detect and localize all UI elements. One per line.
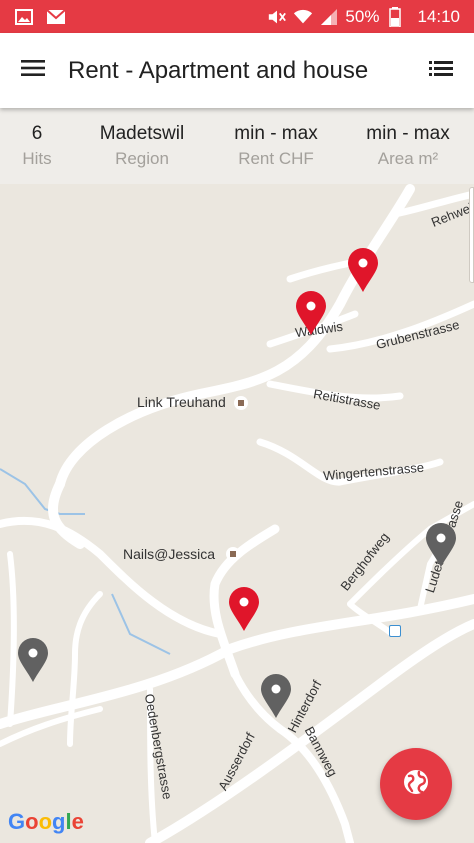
google-logo: Google — [8, 809, 84, 834]
menu-button[interactable] — [0, 33, 66, 108]
filter-bar: 6 Hits Madetswil Region min - max Rent C… — [0, 108, 474, 184]
filter-value: min - max — [366, 123, 450, 144]
filter-hits[interactable]: 6 Hits — [0, 108, 74, 184]
google-logo-letter: e — [71, 809, 84, 834]
google-logo-letter: g — [52, 809, 66, 834]
filter-value: Madetswil — [99, 123, 185, 144]
google-attribution: Google — [8, 809, 84, 835]
battery-icon — [385, 6, 405, 27]
google-logo-letter: o — [25, 809, 39, 834]
filter-value: 6 — [31, 123, 43, 144]
list-view-button[interactable] — [408, 33, 474, 108]
gallery-icon — [14, 7, 34, 27]
place-nails-jessica[interactable]: Nails@Jessica — [123, 546, 215, 562]
battery-percent: 50% — [345, 6, 380, 26]
screen: 50% 14:10 Rent - Apartment and house 6 H… — [0, 0, 474, 843]
listing-pin-active[interactable] — [346, 247, 380, 293]
listing-pin-active[interactable] — [294, 290, 328, 336]
filter-label: Area m² — [377, 149, 439, 168]
hamburger-menu-icon — [20, 58, 46, 83]
bus-stop-icon[interactable] — [389, 625, 401, 637]
app-bar: Rent - Apartment and house — [0, 33, 474, 108]
filter-region[interactable]: Madetswil Region — [74, 108, 210, 184]
filter-label: Region — [115, 149, 169, 168]
filter-label: Rent CHF — [238, 149, 314, 168]
place-link-treuhand[interactable]: Link Treuhand — [137, 394, 226, 410]
listing-pin-inactive[interactable] — [16, 637, 50, 683]
filter-rent[interactable]: min - max Rent CHF — [210, 108, 342, 184]
google-logo-letter: o — [38, 809, 53, 834]
filter-value: min - max — [234, 123, 318, 144]
google-logo-letter: G — [8, 809, 26, 834]
list-view-icon — [429, 59, 453, 82]
listing-pin-inactive[interactable] — [259, 673, 293, 719]
globe-button[interactable] — [380, 748, 452, 820]
mute-icon — [267, 7, 287, 27]
poi-marker[interactable] — [234, 396, 248, 410]
map-edge-handle[interactable] — [469, 187, 474, 283]
map-view[interactable]: Link Treuhand Nails@Jessica Rehweid Wald… — [0, 184, 474, 843]
signal-icon — [319, 7, 339, 27]
listing-pin-active[interactable] — [227, 586, 261, 632]
filter-label: Hits — [22, 149, 52, 168]
poi-marker[interactable] — [226, 547, 240, 561]
clock: 14:10 — [417, 6, 460, 26]
globe-icon — [402, 768, 430, 801]
page-title: Rent - Apartment and house — [68, 56, 369, 84]
wifi-icon — [293, 7, 313, 27]
email-icon — [46, 7, 66, 27]
filter-area[interactable]: min - max Area m² — [342, 108, 474, 184]
status-bar: 50% 14:10 — [0, 0, 474, 33]
listing-pin-inactive[interactable] — [424, 522, 458, 568]
